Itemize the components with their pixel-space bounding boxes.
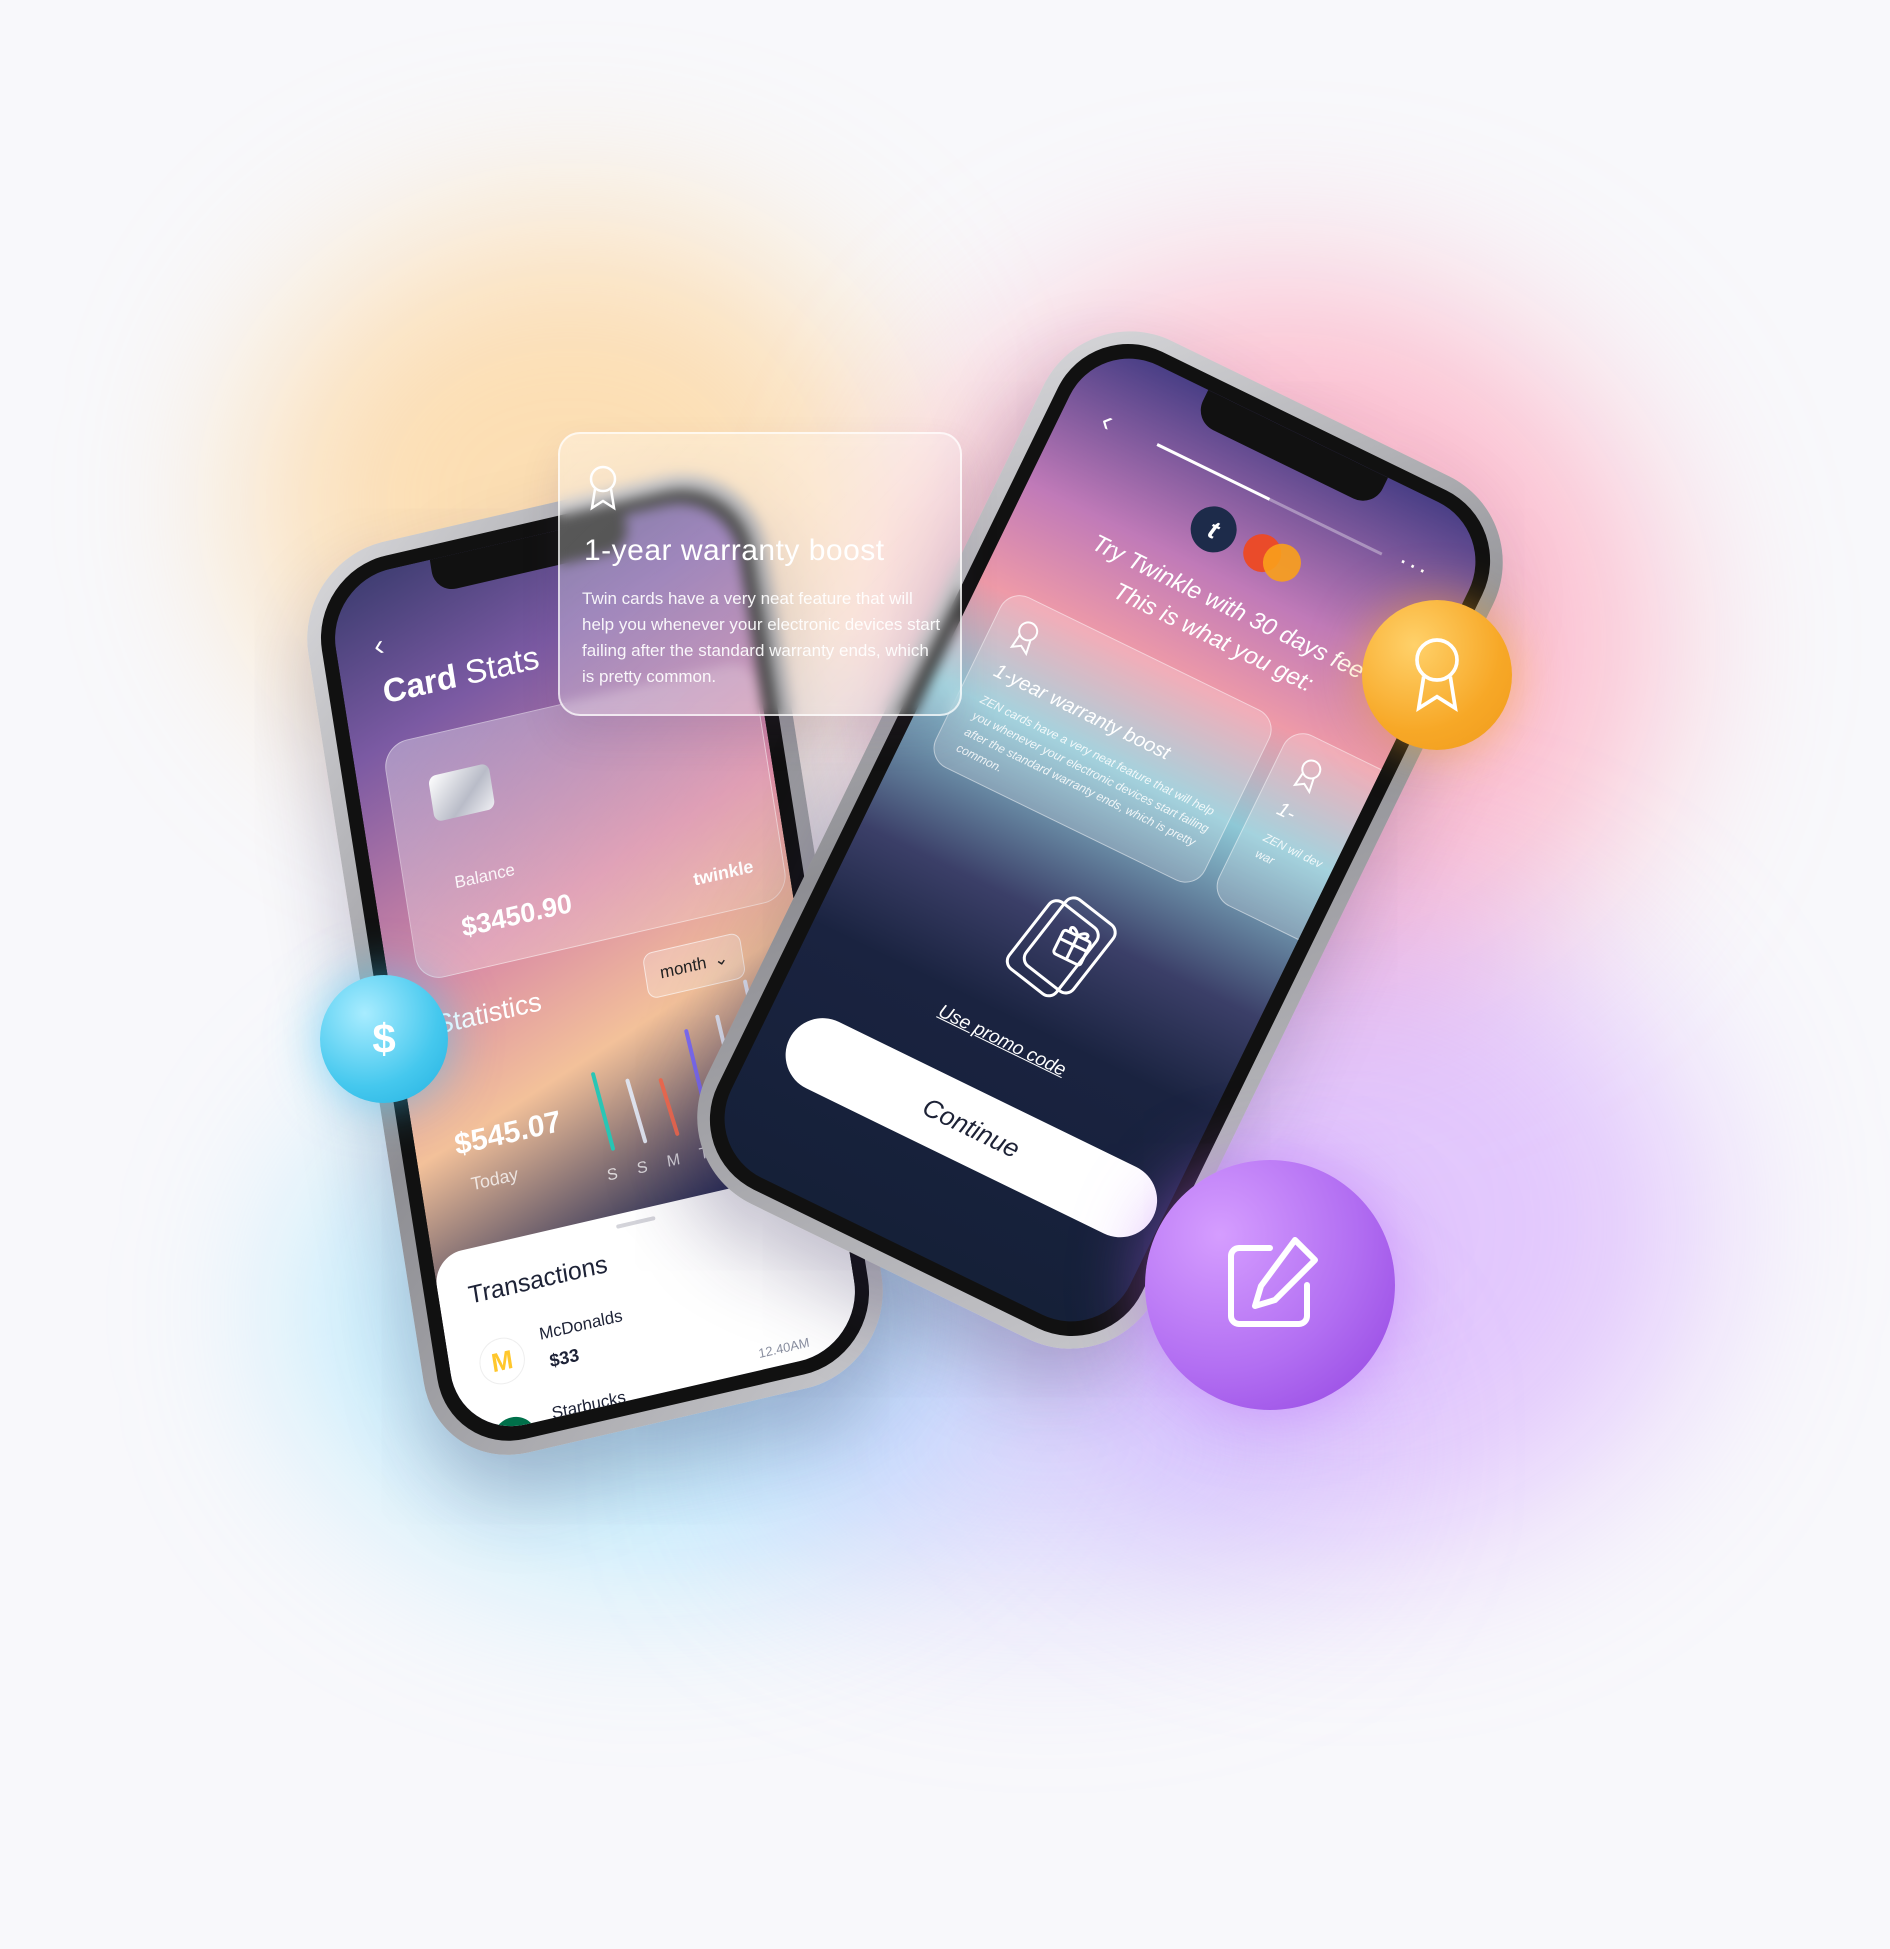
- today-amount: $545.07: [452, 1104, 564, 1162]
- transactions-title: Transactions: [466, 1250, 610, 1310]
- glass-card-description: Twin cards have a very neat feature that…: [582, 589, 941, 686]
- stat-bar: [658, 1078, 680, 1136]
- card-chip-icon: [427, 762, 496, 823]
- card-brand-logo: twinkle: [692, 856, 755, 890]
- edit-pen-icon: [1228, 1237, 1318, 1327]
- statistics-title: Statistics: [433, 986, 544, 1041]
- day-label: S: [605, 1165, 619, 1185]
- title-regular: Stats: [462, 637, 542, 692]
- edit-badge: [1145, 1160, 1395, 1410]
- transaction-amount: $20: [560, 1423, 594, 1440]
- balance-label: Balance: [453, 859, 517, 893]
- gift-card-icon: [991, 876, 1131, 1023]
- transaction-amount: $33: [548, 1344, 581, 1372]
- mcdonalds-logo-icon: M: [476, 1333, 529, 1389]
- transaction-name: McDonalds: [537, 1305, 624, 1344]
- award-badge: [1362, 600, 1512, 750]
- transaction-time: 12.40AM: [757, 1334, 811, 1362]
- more-dots-icon[interactable]: ···: [1393, 544, 1435, 586]
- sheet-drag-handle[interactable]: [615, 1215, 656, 1229]
- twinkle-logo-icon: t: [1182, 498, 1245, 561]
- stat-bar: [625, 1078, 648, 1144]
- starbucks-logo-icon: ★: [488, 1412, 541, 1440]
- dollar-icon: $: [372, 1015, 396, 1062]
- transaction-name: Starbucks: [550, 1387, 628, 1424]
- dollar-badge: $: [320, 975, 448, 1103]
- day-label: M: [665, 1150, 682, 1171]
- continue-button[interactable]: Continue: [773, 1005, 1170, 1250]
- onboarding-progress-fill: [1156, 443, 1271, 501]
- today-label: Today: [469, 1163, 520, 1195]
- back-chevron-icon[interactable]: ‹: [1095, 404, 1119, 439]
- title-bold: Card: [380, 656, 460, 711]
- back-chevron-icon[interactable]: ‹: [371, 628, 386, 664]
- benefit-title: 1-: [1273, 797, 1299, 826]
- stat-bar: [591, 1072, 615, 1151]
- award-ribbon-icon: [586, 464, 620, 517]
- page-title: Card Stats: [380, 638, 541, 712]
- day-label: S: [635, 1158, 649, 1178]
- warranty-glass-card: 1-year warranty boost Twin cards have a …: [558, 432, 962, 716]
- balance-value: $3450.90: [459, 887, 574, 943]
- chevron-down-icon: ⌄: [712, 948, 730, 971]
- award-ribbon-icon: [1004, 615, 1045, 663]
- award-ribbon-icon: [1415, 638, 1459, 713]
- benefit-description: ZEN wil dev war: [1253, 830, 1325, 871]
- award-ribbon-icon: [1287, 753, 1328, 801]
- glass-card-title: 1-year warranty boost: [584, 534, 885, 567]
